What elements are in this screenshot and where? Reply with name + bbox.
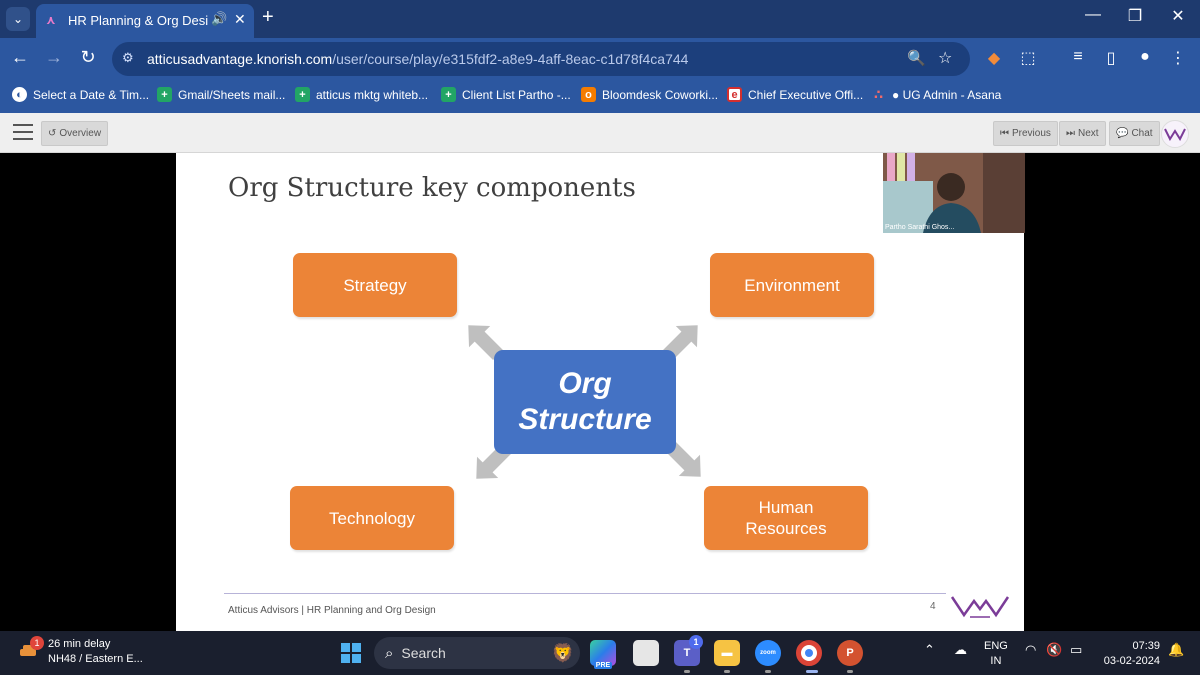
sheets-icon: +	[441, 87, 456, 102]
chat-button[interactable]: 💬 Chat	[1109, 121, 1160, 146]
e-icon: e	[727, 87, 742, 102]
search-highlight-icon: 🦁	[551, 642, 574, 663]
zoom-app[interactable]: zoom	[755, 640, 781, 673]
extensions-puzzle-icon[interactable]: ⬚	[1016, 48, 1040, 68]
next-button[interactable]: ⏭ Next	[1059, 121, 1106, 146]
previous-button[interactable]: ⏮ Previous	[993, 121, 1058, 146]
close-window-button[interactable]: ✕	[1163, 6, 1193, 26]
folder-icon: ▬	[721, 647, 733, 659]
search-icon: ⌕	[385, 644, 394, 662]
zoom-icon: zoom	[760, 650, 776, 656]
browser-tab-strip: ⌄ ⋏ HR Planning & Org Design 🔊 ✕ + — ❐ ✕	[0, 0, 1200, 38]
reload-button[interactable]: ↻	[76, 47, 100, 68]
chrome-icon	[805, 649, 813, 657]
speaker-icon[interactable]: 🔊	[211, 11, 227, 27]
technology-box: Technology	[290, 486, 454, 550]
teams-app[interactable]: T 1	[674, 635, 703, 673]
user-avatar[interactable]	[1161, 120, 1189, 148]
course-player-bar: ↺ Overview ⏮ Previous ⏭ Next 💬 Chat	[0, 113, 1200, 153]
slide-footer: Atticus Advisors | HR Planning and Org D…	[228, 605, 436, 616]
tab-close-icon[interactable]: ✕	[234, 11, 246, 28]
bookmark-item[interactable]: + Gmail/Sheets mail...	[157, 87, 285, 102]
speaker-muted-icon[interactable]: 🔇	[1046, 642, 1062, 658]
tab-search-button[interactable]: ⌄	[6, 7, 30, 31]
new-tab-button[interactable]: +	[262, 6, 274, 29]
teams-icon: T	[683, 647, 691, 659]
windows-icon	[341, 643, 361, 663]
windows-taskbar: 1 26 min delay NH48 / Eastern E... ⌕ Sea…	[0, 631, 1200, 675]
bookmark-item[interactable]: + atticus mktg whiteb...	[295, 87, 428, 102]
org-structure-box: Org Structure	[494, 350, 676, 454]
wifi-icon[interactable]: ◠	[1025, 642, 1036, 658]
powerpoint-icon: P	[846, 647, 854, 659]
skip-forward-icon: ⏭	[1066, 128, 1075, 139]
back-button[interactable]: ←	[8, 47, 32, 68]
start-button[interactable]	[338, 640, 364, 666]
bookmarks-bar: ◐ Select a Date & Tim... + Gmail/Sheets …	[0, 80, 1200, 113]
bookmark-item[interactable]: ∴ ● UG Admin - Asana	[871, 87, 1001, 102]
weather-tray-icon[interactable]: ☁	[954, 642, 967, 658]
footer-divider	[224, 593, 946, 594]
environment-box: Environment	[710, 253, 874, 317]
side-panel-icon[interactable]: ▯	[1099, 48, 1123, 68]
input-language[interactable]: ENG IN	[984, 639, 1008, 669]
webcam-feed: Partho Sarathi Ghos...	[883, 153, 1025, 233]
notification-bell-icon[interactable]: 🔔	[1168, 642, 1184, 658]
notification-badge: 1	[30, 636, 44, 650]
participant-name: Partho Sarathi Ghos...	[885, 224, 955, 231]
media-control-icon[interactable]: ≡	[1066, 48, 1090, 66]
atticus-logo-icon	[950, 596, 1010, 618]
browser-tab-active[interactable]: ⋏ HR Planning & Org Design 🔊 ✕	[36, 4, 254, 38]
powerpoint-app[interactable]: P	[837, 640, 863, 673]
knorish-favicon-icon: ⋏	[46, 13, 56, 27]
human-resources-box: Human Resources	[704, 486, 868, 550]
menu-hamburger-icon[interactable]	[13, 124, 33, 140]
sheets-icon: +	[157, 87, 172, 102]
show-hidden-icons-button[interactable]: ⌃	[924, 642, 935, 658]
profile-avatar[interactable]: ●	[1133, 48, 1157, 66]
site-settings-icon[interactable]: ⚙	[122, 50, 134, 66]
bookmark-item[interactable]: e Chief Executive Offi...	[727, 87, 863, 102]
zoom-icon[interactable]: 🔍	[907, 49, 926, 67]
sheets-icon: +	[295, 87, 310, 102]
atticus-logo-icon	[1164, 128, 1186, 141]
bookmark-star-icon[interactable]: ☆	[938, 48, 952, 68]
webcam-image	[883, 153, 1025, 233]
bookmark-item[interactable]: o Bloomdesk Coworki...	[581, 87, 718, 102]
system-clock[interactable]: 07:39 03-02-2024	[1098, 639, 1160, 669]
forward-button[interactable]: →	[42, 47, 66, 68]
slide-page-number: 4	[930, 601, 936, 612]
restore-button[interactable]: ❐	[1120, 6, 1150, 26]
browser-toolbar: ← → ↻ ⚙ atticusadvantage.knorish.com/use…	[0, 38, 1200, 80]
url-text[interactable]: atticusadvantage.knorish.com/user/course…	[147, 51, 688, 67]
taskbar-search[interactable]: ⌕ Search 🦁	[374, 637, 580, 669]
strategy-box: Strategy	[293, 253, 457, 317]
minimize-button[interactable]: —	[1078, 6, 1108, 24]
task-view-app[interactable]	[633, 640, 659, 666]
bookmark-item[interactable]: + Client List Partho -...	[441, 87, 571, 102]
copilot-app[interactable]: PRE	[590, 640, 616, 669]
bloomdesk-icon: o	[581, 87, 596, 102]
tab-title: HR Planning & Org Design	[68, 13, 208, 28]
globe-icon: ◐	[12, 87, 27, 102]
bookmark-item[interactable]: ◐ Select a Date & Tim...	[12, 87, 149, 102]
undo-icon: ↺	[48, 128, 57, 139]
extension-icon[interactable]: ◆	[982, 48, 1006, 68]
battery-icon[interactable]: ▭	[1070, 642, 1082, 658]
pre-badge: PRE	[593, 662, 613, 669]
chat-icon: 💬	[1116, 128, 1129, 139]
skip-back-icon: ⏮	[1000, 128, 1009, 139]
menu-kebab-icon[interactable]: ⋮	[1166, 48, 1190, 68]
overview-button[interactable]: ↺ Overview	[41, 121, 109, 146]
asana-icon: ∴	[873, 86, 884, 102]
address-bar[interactable]: ⚙ atticusadvantage.knorish.com/user/cour…	[112, 42, 970, 76]
file-explorer-app[interactable]: ▬	[714, 640, 740, 673]
chrome-app[interactable]	[796, 640, 822, 673]
